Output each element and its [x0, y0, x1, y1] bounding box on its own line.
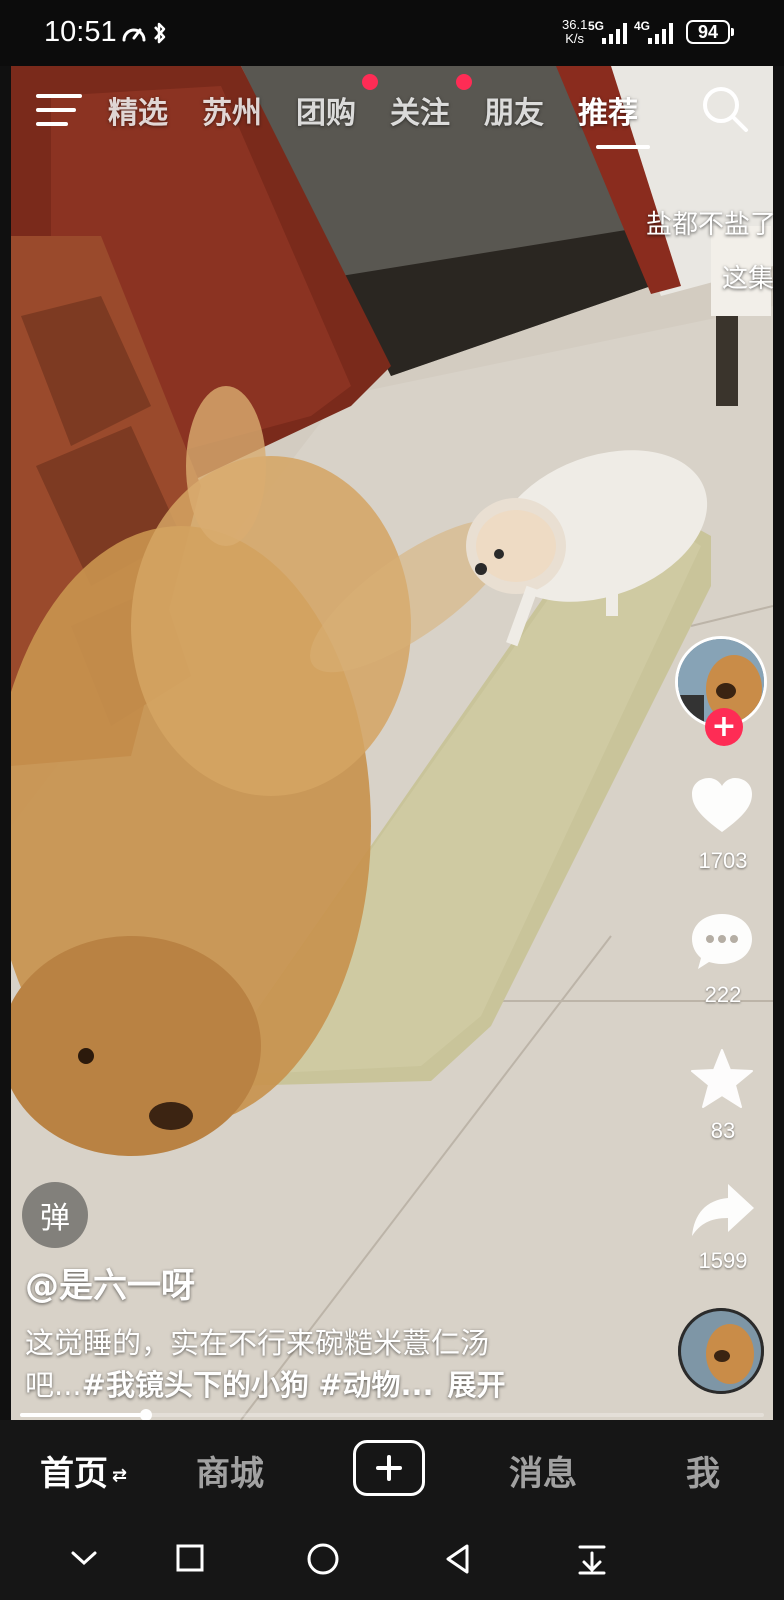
plus-icon: + [711, 709, 737, 744]
tab-suzhou[interactable]: 苏州 [202, 88, 262, 132]
tab-group-buy[interactable]: 团购 [296, 88, 356, 132]
refresh-icon: ⇄ [112, 1465, 128, 1486]
hashtag-2[interactable]: #动物... [318, 1368, 433, 1402]
comment-icon[interactable] [690, 912, 754, 972]
speedometer-icon [122, 28, 146, 42]
nav-mall[interactable]: 商城 [196, 1446, 264, 1495]
nav-home[interactable]: 首页 ⇄ [40, 1446, 127, 1495]
post-description-line2: 吧...#我镜头下的小狗 #动物... 展开 [25, 1362, 506, 1404]
like-count: 1703 [698, 848, 748, 873]
video-progress-bar[interactable] [20, 1409, 764, 1421]
net-speed-value: 36.1 [562, 17, 588, 32]
nav-home-label: 首页 [40, 1454, 108, 1494]
recents-square-icon[interactable] [174, 1542, 206, 1574]
share-arrow-icon[interactable] [690, 1182, 756, 1238]
video-caption-line2: 这集 [722, 264, 775, 294]
progress-fill [20, 1413, 147, 1417]
music-disc-image [678, 1308, 764, 1394]
status-bar: 10:51 36.1 K/s 5G 4G 94 [0, 0, 784, 66]
bluetooth-icon [154, 22, 166, 44]
tab-recommended[interactable]: 推荐 [578, 88, 638, 132]
tab-featured[interactable]: 精选 [108, 88, 168, 132]
battery-indicator: 94 [686, 20, 734, 44]
nav-messages[interactable]: 消息 [509, 1446, 577, 1495]
active-tab-indicator [596, 145, 650, 149]
notification-pull-down-icon[interactable] [576, 1542, 608, 1576]
follow-button[interactable]: + [705, 708, 743, 746]
music-disc-avatar[interactable] [678, 1308, 764, 1394]
tab-group-buy-badge [362, 74, 378, 90]
chevron-down-icon[interactable] [68, 1542, 100, 1574]
favorite-star-icon[interactable] [690, 1048, 754, 1110]
post-description: 这觉睡的，实在不行来碗糙米薏仁汤 [25, 1326, 490, 1360]
search-icon[interactable] [700, 84, 750, 134]
author-name[interactable]: @是六一呀 [25, 1258, 195, 1307]
net-speed-unit: K/s [565, 31, 585, 46]
net-speed: 36.1 K/s [562, 18, 587, 46]
share-count: 1599 [698, 1248, 748, 1273]
expand-button[interactable]: 展开 [448, 1368, 506, 1402]
desc-prefix: 吧... [25, 1368, 82, 1402]
create-button[interactable] [353, 1440, 425, 1496]
signal-icon-2 [648, 23, 673, 44]
comment-count: 222 [704, 982, 742, 1007]
back-triangle-icon[interactable] [442, 1542, 474, 1576]
tab-following-badge [456, 74, 472, 90]
video-player[interactable] [11, 66, 773, 1420]
nav-me[interactable]: 我 [686, 1446, 720, 1495]
danmaku-toggle[interactable]: 弹 [22, 1182, 88, 1248]
like-heart-icon[interactable] [690, 776, 754, 834]
hashtag-1[interactable]: #我镜头下的小狗 [82, 1368, 309, 1402]
video-caption-line1: 盐都不盐了 [646, 210, 777, 240]
plus-icon [376, 1455, 402, 1481]
status-time: 10:51 [44, 16, 117, 48]
home-circle-icon[interactable] [306, 1542, 340, 1576]
favorite-count: 83 [710, 1118, 736, 1143]
menu-icon[interactable] [36, 92, 82, 128]
signal-icon [602, 23, 627, 44]
system-nav-bar [0, 1524, 784, 1600]
tab-following[interactable]: 关注 [390, 88, 450, 132]
video-frame [11, 66, 773, 1420]
tab-friends[interactable]: 朋友 [484, 88, 544, 132]
